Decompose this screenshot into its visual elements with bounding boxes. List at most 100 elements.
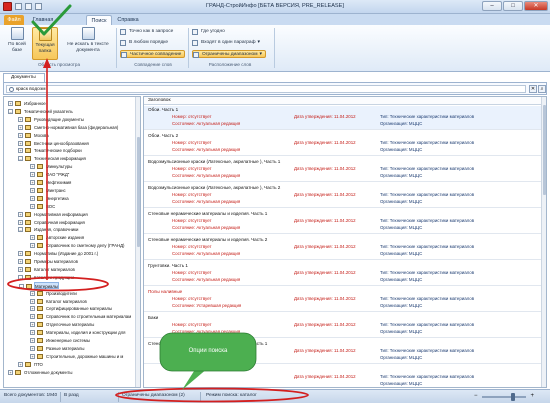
expand-icon[interactable]: +: [30, 338, 35, 343]
result-row[interactable]: Грунтовки. Часть 1 Номер: отсутствует Сост…: [144, 262, 542, 286]
expand-icon[interactable]: +: [30, 353, 35, 359]
scrollbar-thumb[interactable]: [543, 105, 546, 195]
tree-item[interactable]: + Тематические подборки: [18, 147, 82, 154]
expand-icon[interactable]: +: [18, 251, 23, 257]
expand-icon[interactable]: +: [30, 180, 35, 185]
tab-help[interactable]: Справка: [115, 15, 141, 25]
result-title[interactable]: Стеновые нерамические материалы и издели…: [148, 237, 267, 242]
expand-icon[interactable]: +: [18, 266, 23, 272]
result-title[interactable]: Обои. Часть 1: [148, 107, 178, 112]
tree-item[interactable]: + Сертифицированные материалы: [30, 305, 112, 312]
status-search-mode[interactable]: Режим поиска: каталог: [206, 393, 257, 398]
expand-icon[interactable]: +: [8, 101, 13, 106]
tree-scrollbar[interactable]: [135, 97, 140, 387]
zoom-track[interactable]: [482, 396, 526, 398]
collapse-icon[interactable]: –: [18, 274, 23, 280]
match-partial-button[interactable]: Частичное совпадение: [120, 50, 186, 58]
result-title[interactable]: Водоэмульсионные краски (Латексные, акри…: [148, 159, 280, 164]
tab-search[interactable]: Поиск: [86, 15, 112, 25]
tree-item[interactable]: – Издания, справочники: [18, 226, 78, 233]
tree-item[interactable]: + Справочник по строительным материалам: [30, 313, 131, 320]
expand-icon[interactable]: +: [30, 306, 35, 312]
tree-item[interactable]: + Минкультуры: [30, 163, 72, 170]
tree-item[interactable]: – Каталоги продукции: [18, 274, 74, 281]
close-button[interactable]: ✕: [524, 1, 548, 11]
result-title[interactable]: Стеновые нерамические материалы и издели…: [148, 341, 267, 346]
result-title[interactable]: Баки: [148, 315, 158, 320]
tree-item[interactable]: + Нормативы (Издание до 2001 г.): [18, 250, 98, 257]
tree-item[interactable]: + Минтранс: [30, 187, 66, 194]
tree-item[interactable]: + Примеры материалов: [18, 258, 78, 265]
expand-icon[interactable]: +: [30, 314, 35, 320]
location-anywhere-button[interactable]: Где угодно: [192, 28, 225, 36]
result-row[interactable]: Обои. Часть 2 Номер: отсутствует Состояние…: [144, 132, 542, 156]
tree-item[interactable]: + Материалы, изделия и конструкции для: [30, 329, 125, 336]
expand-icon[interactable]: +: [8, 369, 13, 375]
run-search-button[interactable]: ⌕: [538, 85, 546, 93]
expand-icon[interactable]: +: [30, 203, 35, 209]
result-title[interactable]: Стеновые нерамические материалы и издели…: [148, 211, 267, 216]
expand-icon[interactable]: +: [30, 195, 35, 201]
result-row[interactable]: Обои. Часть 1 Номер: отсутствует Состояние…: [144, 106, 542, 130]
tree-item[interactable]: – Материалы: [19, 281, 60, 289]
result-row[interactable]: Водоэмульсионные краски (Латексные, акри…: [144, 158, 542, 182]
results-scrollbar[interactable]: [541, 97, 546, 387]
tree-item[interactable]: + Отложенные документы: [8, 369, 73, 376]
tree-item[interactable]: + Производители: [30, 290, 77, 297]
tree-item[interactable]: + Авторские издания: [30, 234, 84, 241]
result-title[interactable]: Водоэмульсионные краски (Латексные, акри…: [148, 185, 280, 190]
tree-item[interactable]: + Каталог материалов: [30, 298, 87, 305]
documents-tab[interactable]: Документы: [3, 73, 45, 82]
tree-item[interactable]: + Нормативная информация: [18, 211, 88, 218]
scope-no-text-button[interactable]: Не искать в тексте документа: [64, 27, 112, 60]
tree-item[interactable]: + Нефтехимия: [30, 179, 71, 186]
result-row[interactable]: Водоэмульсионные краски (Латексные, акри…: [144, 184, 542, 208]
expand-icon[interactable]: +: [18, 361, 23, 367]
location-paragraph-button[interactable]: Входят в один параграф ▾: [192, 39, 260, 47]
tree-item[interactable]: + Инженерные системы: [30, 337, 90, 344]
tree-item[interactable]: + Справочная информация: [18, 219, 85, 226]
maximize-button[interactable]: □: [503, 1, 523, 11]
expand-icon[interactable]: +: [30, 235, 35, 241]
location-range-button[interactable]: Ограничены диапазоном ▾: [192, 50, 266, 58]
tree-item[interactable]: + Справочник по сметному делу (ГРАНД): [30, 242, 124, 249]
expand-icon[interactable]: +: [30, 164, 35, 170]
tree-item[interactable]: + Энергетика: [30, 195, 69, 202]
result-row[interactable]: Стеновые нерамические материалы и издели…: [144, 210, 542, 234]
collapse-icon[interactable]: –: [18, 156, 23, 162]
collapse-icon[interactable]: –: [18, 227, 23, 233]
zoom-in-icon[interactable]: +: [530, 393, 534, 400]
expand-icon[interactable]: +: [30, 330, 35, 336]
result-row[interactable]: Баки Номер: отсутствует Состояние: Актуаль…: [144, 314, 542, 338]
match-any-order-button[interactable]: В любом порядке: [120, 39, 168, 47]
expand-icon[interactable]: +: [18, 259, 23, 264]
tree-item[interactable]: + ВОС: [30, 203, 55, 210]
expand-icon[interactable]: +: [18, 219, 23, 225]
tree-item[interactable]: + Избранное: [8, 100, 46, 107]
zoom-knob[interactable]: [510, 393, 515, 401]
clear-search-button[interactable]: ✕: [529, 85, 537, 93]
minimize-button[interactable]: –: [482, 1, 502, 11]
tree-item[interactable]: + ПТО: [18, 361, 43, 368]
tree-item[interactable]: + Разные материалы: [30, 345, 84, 352]
expand-icon[interactable]: +: [30, 172, 35, 178]
tree-item[interactable]: + Строительные, дорожные машины и м: [30, 353, 123, 360]
expand-icon[interactable]: +: [18, 132, 23, 138]
tree-item[interactable]: + Сметно-нормативная база (федеральная): [18, 124, 118, 131]
result-title[interactable]: Грунтовки. Часть 1: [148, 263, 188, 268]
expand-icon[interactable]: +: [30, 298, 35, 304]
expand-icon[interactable]: +: [18, 116, 23, 122]
scope-all-base-button[interactable]: По всей базе: [4, 27, 30, 60]
expand-icon[interactable]: +: [30, 243, 35, 249]
result-row[interactable]: Дата утверждения: 11.04.2012 Тип: Техниче…: [144, 366, 542, 387]
tree-item[interactable]: + ОАО "РЖД": [30, 171, 69, 178]
collapse-icon[interactable]: –: [19, 283, 24, 289]
scrollbar-thumb[interactable]: [137, 137, 140, 247]
expand-icon[interactable]: +: [18, 211, 23, 217]
match-exact-button[interactable]: Точно как в запросе: [120, 28, 173, 36]
tab-home[interactable]: Главная: [30, 15, 56, 25]
status-range[interactable]: Ограничены диапазоном (2): [122, 393, 185, 398]
expand-icon[interactable]: +: [18, 124, 23, 130]
tree-item[interactable]: + Вестники ценообразования: [18, 140, 89, 147]
expand-icon[interactable]: +: [18, 148, 23, 154]
